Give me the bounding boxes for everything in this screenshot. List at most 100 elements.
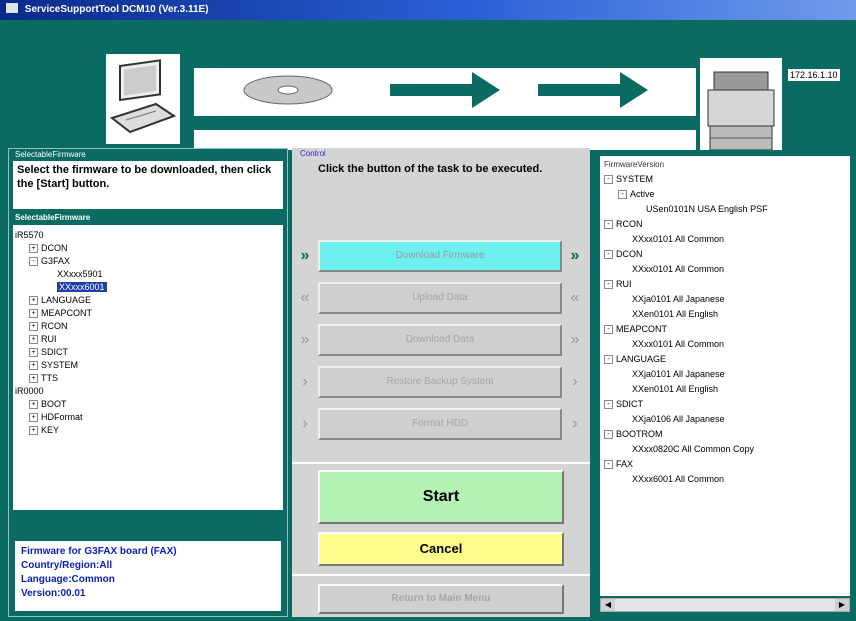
expand-icon[interactable]: + <box>29 335 38 344</box>
tree-node[interactable]: + BOOT <box>15 398 281 411</box>
cd-icon <box>243 75 333 105</box>
tree-node-label: XXja0101 All Japanese <box>632 294 725 304</box>
tree-node[interactable]: - RUI <box>604 277 846 292</box>
tree-node[interactable]: - RCON <box>604 217 846 232</box>
tree-node-label: XXxx6001 All Common <box>632 474 725 484</box>
app-icon <box>6 3 18 13</box>
tree-node[interactable]: - SDICT <box>604 397 846 412</box>
task-button[interactable]: Restore Backup System <box>318 366 562 398</box>
tree-node[interactable]: XXxxx6001 <box>15 281 281 294</box>
tree-node[interactable]: XXxx0820C All Common Copy <box>604 442 846 457</box>
tree-node-label: XXxxx6001 <box>57 282 107 292</box>
expand-icon[interactable]: + <box>29 296 38 305</box>
tree-node[interactable]: - SYSTEM <box>604 172 846 187</box>
tree-node-label: Active <box>630 189 655 199</box>
collapse-icon[interactable]: - <box>604 430 613 439</box>
group-label: Control <box>300 149 326 158</box>
expand-icon[interactable]: + <box>29 361 38 370</box>
tree-node[interactable]: XXxx0101 All Common <box>604 262 846 277</box>
tree-node-label: HDFormat <box>41 412 83 422</box>
task-button[interactable]: Format HDD <box>318 408 562 440</box>
tree-node[interactable]: + HDFormat <box>15 411 281 424</box>
control-panel: Control Click the button of the task to … <box>292 148 590 617</box>
selectable-firmware-panel: SelectableFirmware Select the firmware t… <box>8 148 288 617</box>
tree-node[interactable]: + RUI <box>15 333 281 346</box>
tree-node[interactable]: XXen0101 All English <box>604 382 846 397</box>
tree-node[interactable]: - DCON <box>604 247 846 262</box>
tree-node[interactable]: - LANGUAGE <box>604 352 846 367</box>
tree-node[interactable]: + SDICT <box>15 346 281 359</box>
expand-icon[interactable]: + <box>29 309 38 318</box>
tree-node[interactable]: XXja0101 All Japanese <box>604 292 846 307</box>
collapse-icon[interactable]: - <box>618 190 627 199</box>
collapse-icon[interactable]: - <box>604 280 613 289</box>
tree-node-label: XXxx0101 All Common <box>632 234 725 244</box>
tree-node[interactable]: XXxx0101 All Common <box>604 337 846 352</box>
scroll-left-icon[interactable]: ◀ <box>601 599 615 611</box>
tree-node[interactable]: - BOOTROM <box>604 427 846 442</box>
tree-node[interactable]: + DCON <box>15 242 281 255</box>
collapse-icon[interactable]: - <box>604 220 613 229</box>
collapse-icon[interactable]: - <box>604 460 613 469</box>
tree-node[interactable]: + TTS <box>15 372 281 385</box>
return-main-menu-button[interactable]: Return to Main Menu <box>318 584 564 614</box>
tree-node[interactable]: - Active <box>604 187 846 202</box>
task-button[interactable]: Download Data <box>318 324 562 356</box>
tree-node[interactable]: XXxx6001 All Common <box>604 472 846 487</box>
tree-node[interactable]: + RCON <box>15 320 281 333</box>
collapse-icon[interactable]: - <box>604 325 613 334</box>
tree-node[interactable]: + MEAPCONT <box>15 307 281 320</box>
chevron-icon: » <box>570 331 580 348</box>
scroll-right-icon[interactable]: ▶ <box>835 599 849 611</box>
task-button[interactable]: Download Firmware <box>318 240 562 272</box>
firmware-tree[interactable]: iR5570 + DCON - G3FAX XXxxx5901 XXxxx6001 + LANG… <box>13 225 283 510</box>
horizontal-scrollbar[interactable]: ◀ ▶ <box>600 598 850 612</box>
device-ip: 172.16.1.10 <box>784 58 856 156</box>
tree-node[interactable]: iR5570 <box>15 229 281 242</box>
tree-node[interactable]: - MEAPCONT <box>604 322 846 337</box>
tree-node[interactable]: - G3FAX <box>15 255 281 268</box>
collapse-icon[interactable]: - <box>604 250 613 259</box>
firmware-version-tree[interactable]: FirmwareVersion - SYSTEM - Active USen0101N … <box>600 156 850 596</box>
collapse-icon[interactable]: - <box>604 355 613 364</box>
banner: 172.16.1.10 <box>0 20 856 156</box>
tree-node-label: RCON <box>41 321 68 331</box>
cancel-button[interactable]: Cancel <box>318 532 564 566</box>
expand-icon[interactable]: + <box>29 322 38 331</box>
start-button[interactable]: Start <box>318 470 564 524</box>
tree-node[interactable]: USen0101N USA English PSF <box>604 202 846 217</box>
tree-node[interactable]: XXxxx5901 <box>15 268 281 281</box>
tree-node[interactable]: + LANGUAGE <box>15 294 281 307</box>
expand-icon[interactable]: + <box>29 244 38 253</box>
chevron-icon: › <box>302 373 308 390</box>
tree-node[interactable]: - FAX <box>604 457 846 472</box>
window-title: ServiceSupportTool DCM10 (Ver.3.11E) <box>24 4 209 15</box>
instruction-text: Select the firmware to be downloaded, th… <box>13 161 283 209</box>
tree-node-label: G3FAX <box>41 256 71 266</box>
tree-node[interactable]: XXen0101 All English <box>604 307 846 322</box>
firmware-list-header: SelectableFirmware <box>15 213 91 222</box>
arrow-right-icon <box>390 72 500 108</box>
tree-node[interactable]: XXja0106 All Japanese <box>604 412 846 427</box>
tree-node[interactable]: XXja0101 All Japanese <box>604 367 846 382</box>
tree-node-label: XXja0106 All Japanese <box>632 414 725 424</box>
tree-node[interactable]: + SYSTEM <box>15 359 281 372</box>
expand-icon[interactable]: + <box>29 400 38 409</box>
tree-node[interactable]: iR0000 <box>15 385 281 398</box>
expand-icon[interactable]: + <box>29 374 38 383</box>
expand-icon[interactable]: + <box>29 426 38 435</box>
expand-icon[interactable]: + <box>29 348 38 357</box>
tree-node-label: BOOTROM <box>616 429 663 439</box>
collapse-icon[interactable]: - <box>604 400 613 409</box>
tree-node-label: FAX <box>616 459 634 469</box>
tree-node-label: DCON <box>616 249 643 259</box>
chevron-icon: » <box>300 331 310 348</box>
task-button[interactable]: Upload Data <box>318 282 562 314</box>
collapse-icon[interactable]: - <box>29 257 38 266</box>
collapse-icon[interactable]: - <box>604 175 613 184</box>
tree-node[interactable]: + KEY <box>15 424 281 437</box>
tree-node[interactable]: XXxx0101 All Common <box>604 232 846 247</box>
expand-icon[interactable]: + <box>29 413 38 422</box>
chevron-icon: » <box>570 247 580 264</box>
tree-node-label: iR5570 <box>15 230 44 240</box>
